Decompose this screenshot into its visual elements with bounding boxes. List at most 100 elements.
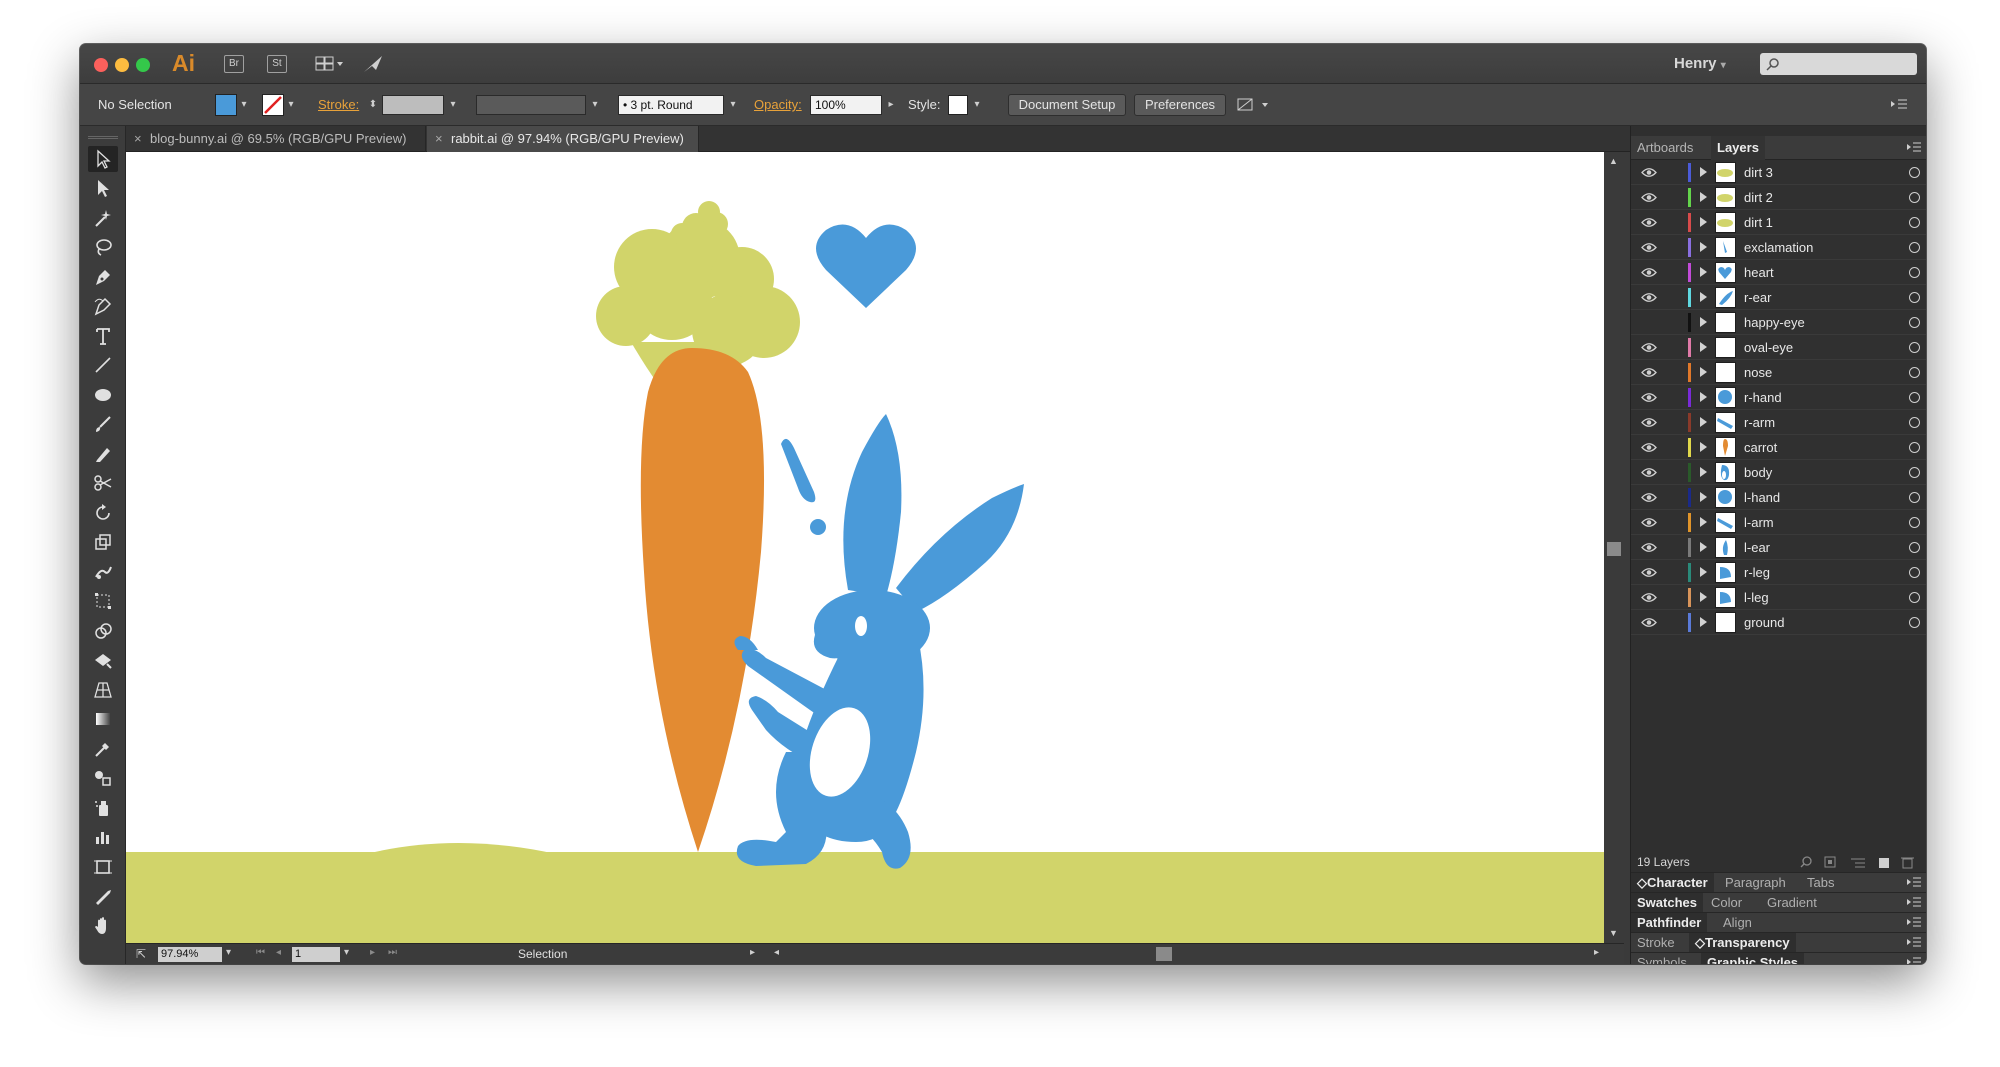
curvature-tool[interactable] <box>88 293 118 319</box>
expand-layer-icon[interactable] <box>1700 167 1707 177</box>
document-setup-button[interactable]: Document Setup <box>1008 94 1126 116</box>
opacity-label[interactable]: Opacity: <box>754 97 802 112</box>
layer-target-icon[interactable] <box>1909 617 1920 628</box>
expand-layer-icon[interactable] <box>1700 192 1707 202</box>
tab-character[interactable]: ◇Character <box>1631 873 1714 893</box>
layer-row[interactable]: r-arm <box>1631 410 1926 435</box>
expand-layer-icon[interactable] <box>1700 467 1707 477</box>
visibility-eye-icon[interactable] <box>1641 592 1657 603</box>
bridge-button[interactable]: Br <box>224 55 244 73</box>
tab-blog-bunny[interactable]: × blog-bunny.ai @ 69.5% (RGB/GPU Preview… <box>126 126 426 152</box>
artboard-dropdown[interactable]: ▾ <box>344 947 349 958</box>
layer-target-icon[interactable] <box>1909 492 1920 503</box>
layer-name[interactable]: body <box>1744 465 1772 480</box>
heart-shape[interactable] <box>816 224 916 308</box>
scissors-tool[interactable] <box>88 470 118 496</box>
layer-row[interactable]: l-arm <box>1631 510 1926 535</box>
scroll-right-arrow[interactable]: ▸ <box>1594 947 1599 958</box>
layer-target-icon[interactable] <box>1909 567 1920 578</box>
visibility-eye-icon[interactable] <box>1641 417 1657 428</box>
scroll-thumb[interactable] <box>1607 542 1621 556</box>
visibility-toggle[interactable] <box>1641 317 1657 328</box>
fill-dropdown-arrow[interactable]: ▾ <box>237 96 251 114</box>
layer-row[interactable]: carrot <box>1631 435 1926 460</box>
layer-target-icon[interactable] <box>1909 467 1920 478</box>
layer-target-icon[interactable] <box>1909 392 1920 403</box>
scroll-down-arrow[interactable]: ▼ <box>1609 928 1618 938</box>
ground-shape[interactable] <box>126 852 1604 943</box>
stroke-label[interactable]: Stroke: <box>318 97 359 112</box>
arrange-documents-button[interactable] <box>315 56 345 72</box>
expand-layer-icon[interactable] <box>1700 267 1707 277</box>
visibility-eye-icon[interactable] <box>1641 267 1657 278</box>
layer-name[interactable]: heart <box>1744 265 1774 280</box>
tab-paragraph[interactable]: Paragraph <box>1719 873 1792 893</box>
layer-target-icon[interactable] <box>1909 517 1920 528</box>
close-tab-icon[interactable]: × <box>134 126 142 152</box>
tab-tabs[interactable]: Tabs <box>1801 873 1840 893</box>
visibility-eye-icon[interactable] <box>1641 542 1657 553</box>
stroke-swatch[interactable] <box>262 94 284 116</box>
layer-target-icon[interactable] <box>1909 267 1920 278</box>
layer-name[interactable]: ground <box>1744 615 1784 630</box>
brush-dropdown[interactable]: ▾ <box>726 96 740 114</box>
eyedropper-tool[interactable] <box>88 736 118 762</box>
scroll-up-arrow[interactable]: ▲ <box>1609 156 1618 166</box>
artboard-number-input[interactable]: 1 <box>292 947 340 962</box>
status-menu-arrow[interactable]: ▸ <box>750 947 755 958</box>
graphic-style-swatch[interactable] <box>948 95 968 115</box>
layer-row[interactable]: r-leg <box>1631 560 1926 585</box>
graphic-style-dropdown[interactable]: ▾ <box>970 96 984 114</box>
panel-menu-icon[interactable] <box>1907 142 1921 152</box>
minimize-window-button[interactable] <box>115 58 129 72</box>
expand-layer-icon[interactable] <box>1700 342 1707 352</box>
rabbit-eye[interactable] <box>855 616 867 636</box>
live-paint-tool[interactable] <box>88 647 118 673</box>
lasso-tool[interactable] <box>88 234 118 260</box>
visibility-eye-icon[interactable] <box>1641 442 1657 453</box>
artboard-tool[interactable] <box>88 854 118 880</box>
stroke-weight-input[interactable] <box>382 95 444 115</box>
layer-row[interactable]: nose <box>1631 360 1926 385</box>
artboard-canvas[interactable] <box>126 152 1604 943</box>
expand-layer-icon[interactable] <box>1700 292 1707 302</box>
opacity-arrow[interactable]: ▸ <box>884 96 898 114</box>
visibility-eye-icon[interactable] <box>1641 242 1657 253</box>
exclamation-mark[interactable] <box>781 438 816 503</box>
variable-width-dropdown[interactable]: ▾ <box>588 96 602 114</box>
selection-tool[interactable] <box>88 146 118 172</box>
visibility-eye-icon[interactable] <box>1641 617 1657 628</box>
expand-layer-icon[interactable] <box>1700 392 1707 402</box>
symbol-sprayer-tool[interactable] <box>88 795 118 821</box>
layer-name[interactable]: l-hand <box>1744 490 1780 505</box>
horizontal-scroll-thumb[interactable] <box>1156 947 1172 961</box>
rotate-tool[interactable] <box>88 500 118 526</box>
layer-row[interactable]: r-hand <box>1631 385 1926 410</box>
blend-tool[interactable] <box>88 765 118 791</box>
free-transform-tool[interactable] <box>88 588 118 614</box>
tab-symbols[interactable]: Symbols <box>1631 953 1693 964</box>
visibility-eye-icon[interactable] <box>1641 217 1657 228</box>
toolbar-grip[interactable] <box>88 136 118 139</box>
warp-tool[interactable] <box>88 559 118 585</box>
layer-target-icon[interactable] <box>1909 292 1920 303</box>
rabbit-artwork[interactable] <box>126 152 1604 943</box>
layer-row[interactable]: r-ear <box>1631 285 1926 310</box>
layer-row[interactable]: dirt 1 <box>1631 210 1926 235</box>
stroke-weight-stepper[interactable]: ⬍ <box>366 96 380 114</box>
tab-layers[interactable]: Layers <box>1711 136 1765 160</box>
pencil-tool[interactable] <box>88 441 118 467</box>
type-tool[interactable] <box>88 323 118 349</box>
zoom-dropdown[interactable]: ▾ <box>226 947 231 958</box>
layer-target-icon[interactable] <box>1909 167 1920 178</box>
magic-wand-tool[interactable] <box>88 205 118 231</box>
control-panel-menu[interactable] <box>1890 98 1908 117</box>
line-segment-tool[interactable] <box>88 352 118 378</box>
layer-target-icon[interactable] <box>1909 367 1920 378</box>
fill-swatch[interactable] <box>215 94 237 116</box>
visibility-eye-icon[interactable] <box>1641 342 1657 353</box>
layer-target-icon[interactable] <box>1909 242 1920 253</box>
new-layer-icon[interactable] <box>1879 858 1889 868</box>
panel-menu-icon[interactable] <box>1907 937 1921 947</box>
layer-name[interactable]: r-ear <box>1744 290 1771 305</box>
